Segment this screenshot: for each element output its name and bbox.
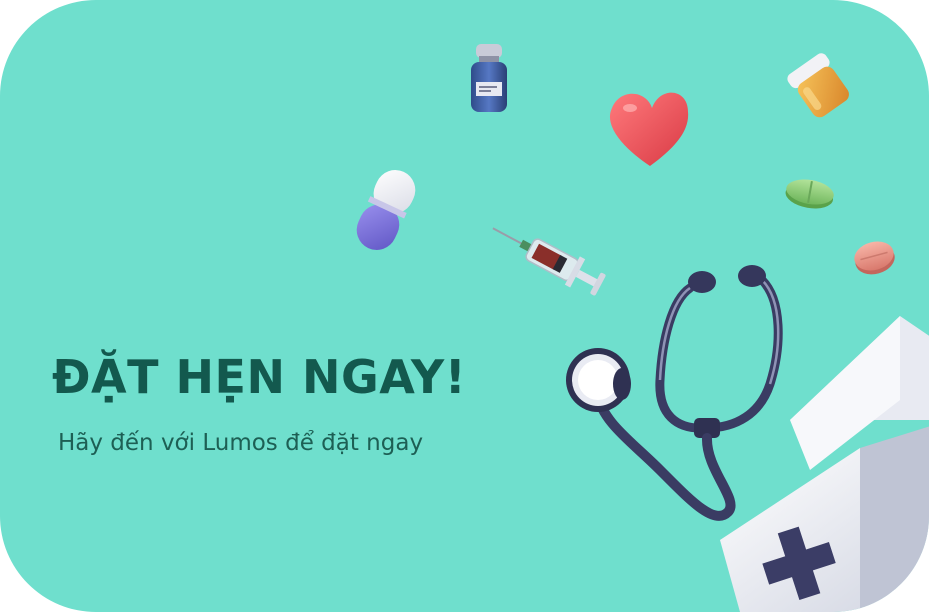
first-aid-box-icon (720, 316, 929, 612)
headline: ĐẶT HẸN NGAY! (52, 350, 467, 404)
subline: Hãy đến với Lumos để đặt ngay (58, 430, 424, 456)
pill-bottle-icon (787, 53, 849, 118)
heart-icon (609, 92, 689, 166)
stethoscope-icon (566, 265, 783, 521)
appointment-banner[interactable]: ĐẶT HẸN NGAY! Hãy đến với Lumos để đặt n… (0, 0, 929, 612)
syringe-icon (492, 227, 606, 296)
capsule-icon (356, 170, 416, 250)
medical-illustration (356, 44, 929, 612)
vial-icon (471, 44, 507, 112)
pink-pill-icon (854, 241, 895, 275)
green-pill-icon (785, 179, 834, 209)
